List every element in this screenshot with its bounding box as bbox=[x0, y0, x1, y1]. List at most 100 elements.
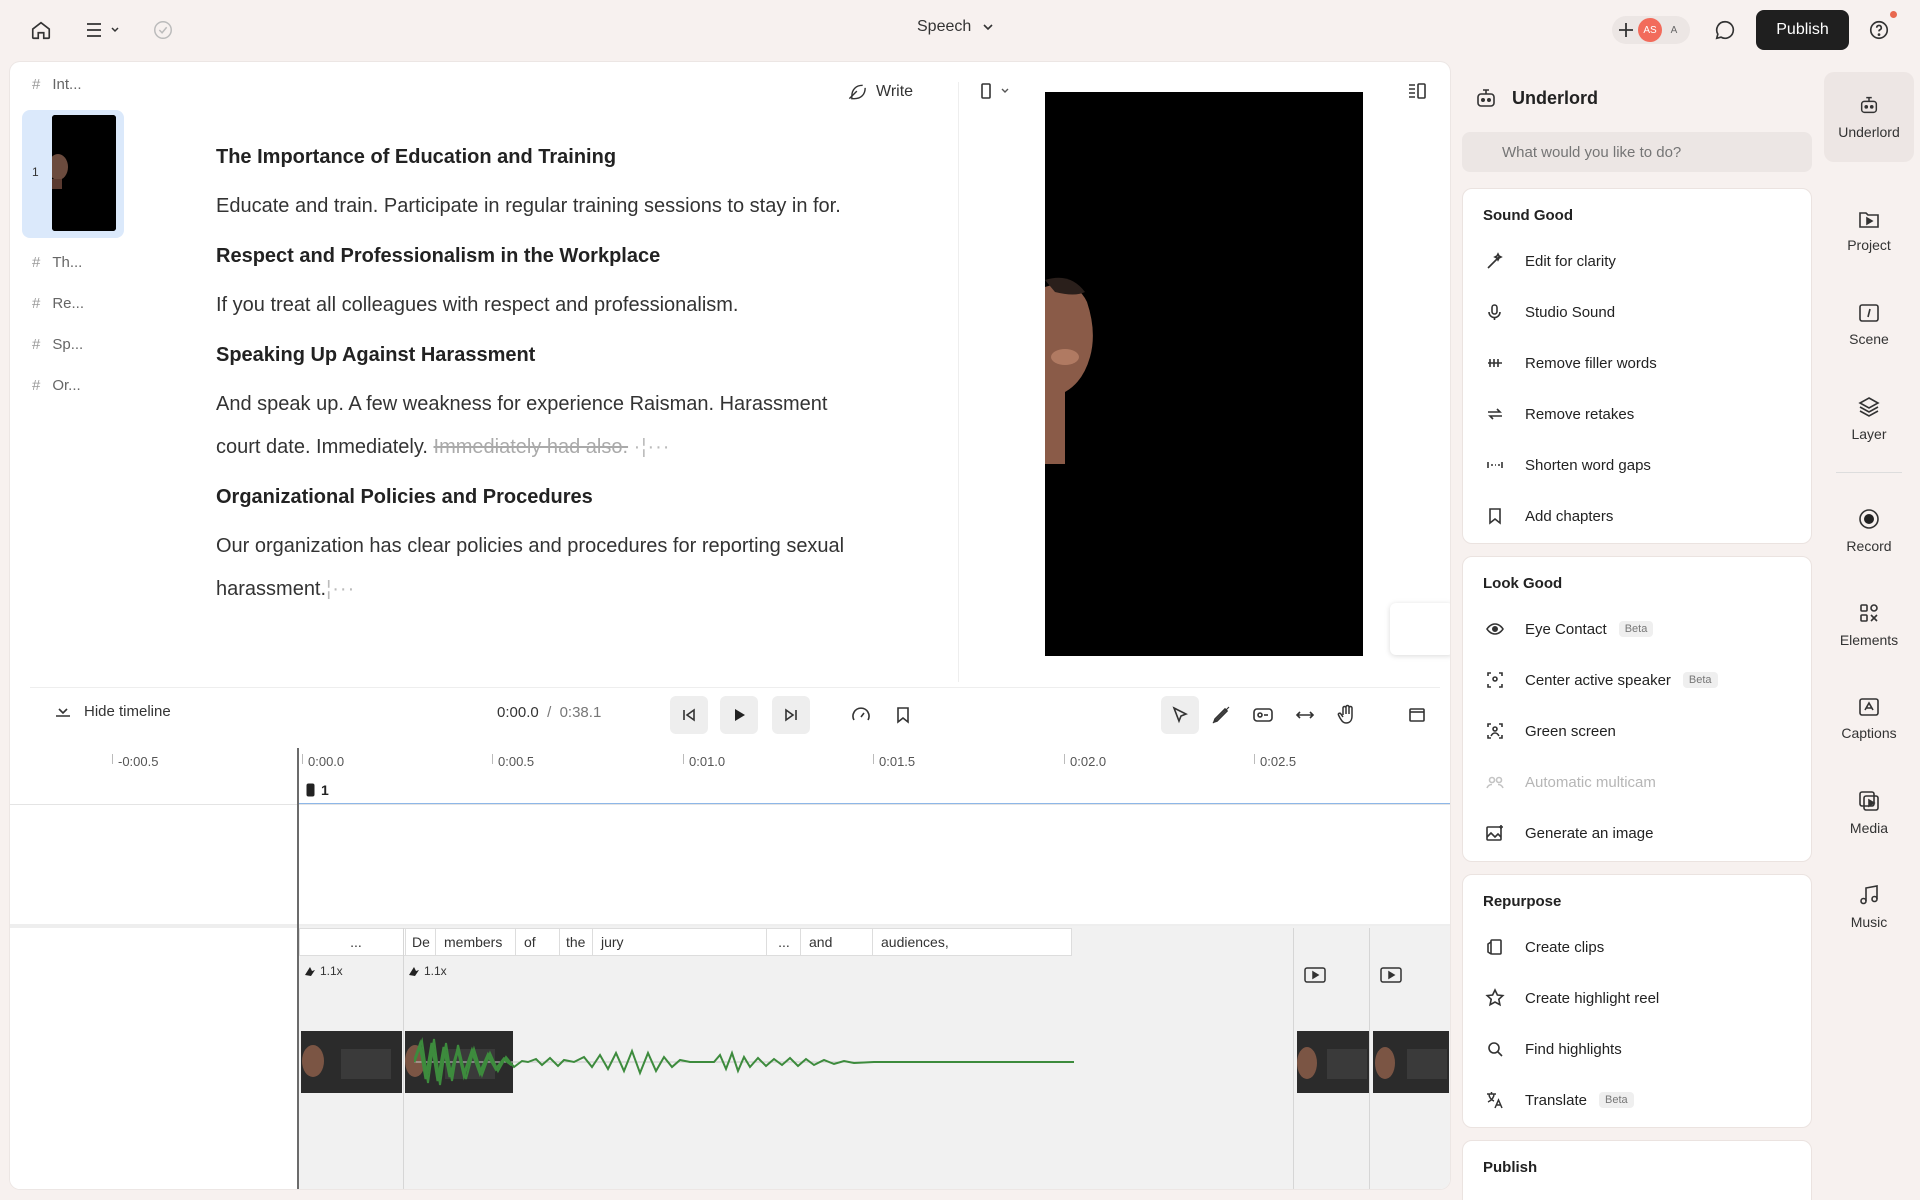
split-view-icon[interactable] bbox=[1407, 82, 1427, 100]
split-clip-button[interactable] bbox=[1244, 696, 1282, 734]
script-heading[interactable]: Respect and Professionalism in the Workp… bbox=[216, 245, 966, 268]
add-chapters-action[interactable]: Add chapters bbox=[1483, 504, 1613, 528]
remove-retakes-action[interactable]: Remove retakes bbox=[1483, 402, 1634, 426]
playback-speed-button[interactable] bbox=[842, 696, 880, 734]
action-label: Eye Contact bbox=[1525, 620, 1607, 638]
generate-image-action[interactable]: Generate an image bbox=[1483, 821, 1653, 845]
shorten-word-gaps-action[interactable]: Shorten word gaps bbox=[1483, 453, 1651, 477]
green-screen-action[interactable]: Green screen bbox=[1483, 719, 1616, 743]
script-paragraph[interactable]: And speak up. A few weakness for experie… bbox=[216, 383, 966, 469]
script-paragraph[interactable]: If you treat all colleagues with respect… bbox=[216, 284, 966, 327]
nav-media[interactable]: Media bbox=[1824, 768, 1914, 858]
hide-timeline-button[interactable]: Hide timeline bbox=[54, 702, 171, 720]
eye-contact-action[interactable]: Eye Contact Beta bbox=[1483, 617, 1654, 641]
nav-scene[interactable]: Scene bbox=[1824, 280, 1914, 370]
timeline-ruler[interactable]: -0:00.5 0:00.0 0:00.5 0:01.0 0:01.5 0:02… bbox=[10, 742, 1450, 782]
studio-sound-action[interactable]: Studio Sound bbox=[1483, 300, 1615, 324]
script-heading[interactable]: Speaking Up Against Harassment bbox=[216, 344, 966, 367]
video-preview[interactable] bbox=[1045, 92, 1363, 656]
nav-record[interactable]: Record bbox=[1824, 486, 1914, 576]
clip-thumbnail[interactable] bbox=[1297, 1031, 1369, 1093]
nav-music[interactable]: Music bbox=[1824, 862, 1914, 952]
fit-width-button[interactable] bbox=[1286, 696, 1324, 734]
home-icon[interactable] bbox=[28, 17, 54, 43]
script-editor[interactable]: The Importance of Education and Training… bbox=[216, 132, 966, 611]
scene-item[interactable]: # Th... bbox=[32, 254, 82, 271]
play-button[interactable] bbox=[720, 696, 758, 734]
avatar[interactable]: A bbox=[1662, 18, 1686, 42]
write-mode-button[interactable]: Write bbox=[846, 82, 913, 102]
publish-button[interactable]: Publish bbox=[1756, 10, 1849, 50]
menu-icon[interactable] bbox=[80, 17, 126, 43]
hand-tool-button[interactable] bbox=[1328, 696, 1366, 734]
word-chip[interactable]: and bbox=[800, 928, 874, 956]
center-active-speaker-action[interactable]: Center active speaker Beta bbox=[1483, 668, 1718, 692]
hash-icon: # bbox=[32, 377, 41, 394]
skip-forward-button[interactable] bbox=[772, 696, 810, 734]
word-chip[interactable]: ... bbox=[766, 928, 802, 956]
hash-icon: # bbox=[32, 254, 41, 271]
scene-item[interactable]: # Int... bbox=[32, 76, 82, 93]
scene-thumbnail-selected[interactable]: 1 bbox=[22, 110, 124, 238]
video-clip-icon[interactable] bbox=[1380, 967, 1402, 983]
avatar[interactable]: AS bbox=[1638, 18, 1662, 42]
scene-item[interactable]: # Sp... bbox=[32, 336, 83, 353]
scene-marker[interactable]: 1 bbox=[306, 782, 329, 798]
script-heading[interactable]: Organizational Policies and Procedures bbox=[216, 486, 966, 509]
add-collaborator-icon[interactable] bbox=[1613, 17, 1639, 43]
nav-layer[interactable]: Layer bbox=[1824, 374, 1914, 464]
document-title-dropdown[interactable]: Speech bbox=[917, 18, 995, 36]
script-paragraph[interactable]: Educate and train. Participate in regula… bbox=[216, 185, 966, 228]
nav-label: Captions bbox=[1841, 725, 1897, 741]
clip-speed[interactable]: 1.1x bbox=[408, 964, 447, 978]
playhead[interactable] bbox=[297, 748, 299, 1189]
find-highlights-action[interactable]: Find highlights bbox=[1483, 1037, 1622, 1061]
script-heading[interactable]: The Importance of Education and Training bbox=[216, 146, 966, 169]
word-gap-marker[interactable]: ·¦··· bbox=[634, 436, 671, 458]
magic-wand-icon bbox=[1483, 249, 1507, 273]
cursor-arrow-icon bbox=[1172, 706, 1188, 724]
scene-label: Re... bbox=[52, 295, 85, 312]
bookmark-button[interactable] bbox=[884, 696, 922, 734]
word-chip[interactable]: ... bbox=[299, 928, 413, 956]
nav-captions[interactable]: Captions bbox=[1824, 674, 1914, 764]
clip-speed[interactable]: 1.1x bbox=[304, 964, 343, 978]
automatic-multicam-action[interactable]: Automatic multicam bbox=[1483, 770, 1656, 794]
translate-action[interactable]: Translate Beta bbox=[1483, 1088, 1634, 1112]
timeline-layout-button[interactable] bbox=[1398, 696, 1436, 734]
edit-for-clarity-action[interactable]: Edit for clarity bbox=[1483, 249, 1616, 273]
nav-label: Music bbox=[1850, 914, 1888, 930]
skip-back-button[interactable] bbox=[670, 696, 708, 734]
skip-forward-icon bbox=[785, 708, 797, 722]
select-tool-button[interactable] bbox=[1161, 696, 1199, 734]
clip-divider bbox=[1369, 928, 1370, 1189]
draw-tool-button[interactable] bbox=[1202, 696, 1240, 734]
scene-item[interactable]: # Re... bbox=[32, 295, 84, 312]
removed-text[interactable]: Immediately had also. bbox=[434, 436, 629, 458]
audio-waveform[interactable] bbox=[414, 1031, 1074, 1093]
word-chip[interactable]: of bbox=[515, 928, 561, 956]
nav-project[interactable]: Project bbox=[1824, 186, 1914, 276]
help-icon[interactable] bbox=[1866, 17, 1892, 43]
comment-icon[interactable] bbox=[1712, 17, 1738, 43]
preview-side-panel-button[interactable] bbox=[1390, 603, 1450, 655]
word-chip[interactable]: jury bbox=[592, 928, 772, 956]
create-highlight-reel-action[interactable]: Create highlight reel bbox=[1483, 986, 1659, 1010]
action-label: Shorten word gaps bbox=[1525, 456, 1651, 474]
aspect-ratio-dropdown[interactable] bbox=[980, 83, 1010, 99]
nav-elements[interactable]: Elements bbox=[1824, 580, 1914, 670]
nav-underlord[interactable]: Underlord bbox=[1824, 72, 1914, 162]
underlord-search-input[interactable] bbox=[1462, 132, 1812, 172]
script-paragraph[interactable]: Our organization has clear policies and … bbox=[216, 525, 966, 611]
word-gap-marker[interactable]: ¦··· bbox=[326, 578, 355, 600]
video-clip-icon[interactable] bbox=[1304, 967, 1326, 983]
word-chip[interactable]: audiences, bbox=[872, 928, 1072, 956]
create-clips-action[interactable]: Create clips bbox=[1483, 935, 1604, 959]
clip-thumbnail[interactable] bbox=[1373, 1031, 1449, 1093]
clip-thumbnail[interactable] bbox=[301, 1031, 402, 1093]
remove-filler-words-action[interactable]: Remove filler words bbox=[1483, 351, 1657, 375]
scene-item[interactable]: # Or... bbox=[32, 377, 81, 394]
word-chip[interactable]: members bbox=[435, 928, 525, 956]
ruler-tick: -0:00.5 bbox=[111, 754, 159, 769]
scene-number: 1 bbox=[32, 165, 39, 179]
